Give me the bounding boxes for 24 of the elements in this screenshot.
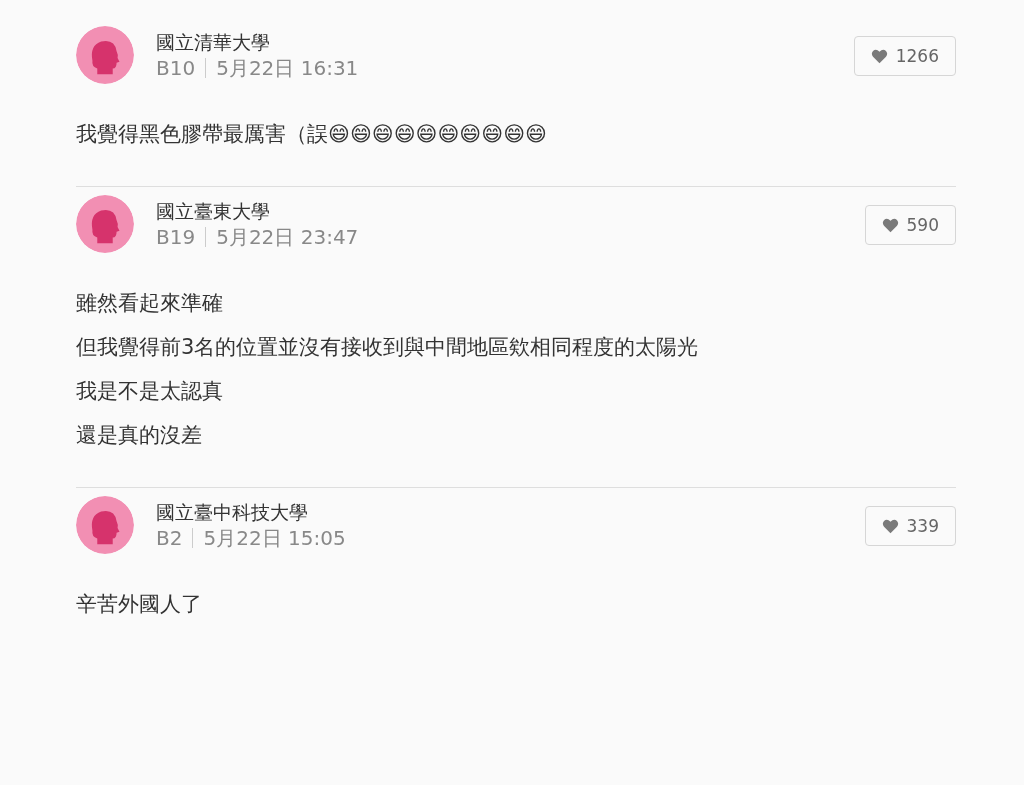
comment-text: 辛苦外國人了 bbox=[76, 591, 203, 618]
floor-number: B19 bbox=[156, 227, 207, 247]
post-time: 5月22日 16:31 bbox=[216, 55, 359, 81]
school-name: 國立清華大學 bbox=[156, 30, 271, 55]
like-button[interactable]: 1266 bbox=[853, 36, 956, 76]
floor-number: B10 bbox=[156, 58, 207, 78]
like-button[interactable]: 590 bbox=[864, 205, 956, 245]
like-button[interactable]: 339 bbox=[864, 506, 956, 546]
heart-icon bbox=[870, 48, 888, 64]
avatar-icon bbox=[76, 195, 134, 253]
school-name: 國立臺中科技大學 bbox=[156, 500, 309, 525]
post-time: 5月22日 15:05 bbox=[203, 525, 346, 551]
floor-number: B2 bbox=[156, 528, 194, 548]
comment-text: 雖然看起來準確 bbox=[76, 290, 224, 317]
school-name: 國立臺東大學 bbox=[156, 199, 271, 224]
heart-icon bbox=[881, 217, 899, 233]
comment-text: 我是不是太認真 bbox=[76, 378, 224, 405]
comment-text: 我覺得黑色膠帶最厲害（誤😄😄😄😄😄😄😄😄😄😄 bbox=[76, 121, 548, 148]
avatar-icon bbox=[76, 26, 134, 84]
avatar-icon bbox=[76, 496, 134, 554]
comment-text: 還是真的沒差 bbox=[76, 422, 203, 449]
post-time: 5月22日 23:47 bbox=[216, 224, 359, 250]
heart-icon bbox=[881, 518, 899, 534]
comment-text: 但我覺得前3名的位置並沒有接收到與中間地區欸相同程度的太陽光 bbox=[76, 334, 700, 361]
